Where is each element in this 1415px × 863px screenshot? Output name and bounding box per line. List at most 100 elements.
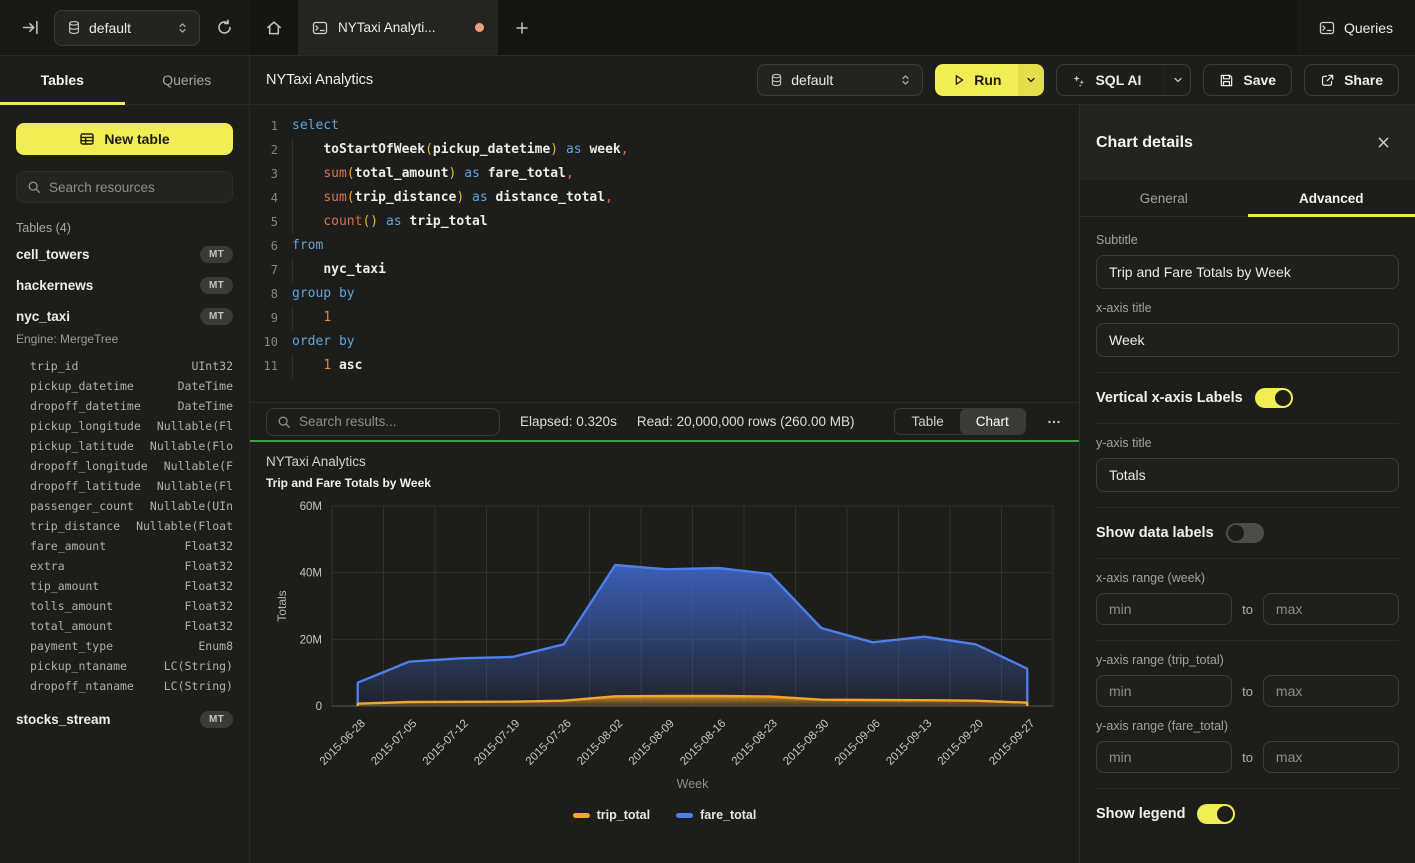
collapse-sidebar-button[interactable] — [16, 14, 44, 42]
data-labels-label: Show data labels — [1096, 525, 1214, 541]
legend-swatch — [676, 813, 693, 818]
column-row: pickup_ntanameLC(String) — [30, 656, 233, 676]
column-row: pickup_datetimeDateTime — [30, 376, 233, 396]
table-name: cell_towers — [16, 247, 90, 262]
xrange-min-input[interactable] — [1096, 593, 1232, 625]
line-number: 2 — [250, 138, 278, 162]
sidebar-tabs: Tables Queries — [0, 56, 249, 105]
close-panel-button[interactable] — [1376, 135, 1391, 150]
xrange-field-label: x-axis range (week) — [1096, 571, 1399, 585]
svg-text:2015-07-05: 2015-07-05 — [369, 718, 419, 768]
new-table-button-label: New table — [104, 131, 169, 147]
column-row: dropoff_longitudeNullable(F — [30, 456, 233, 476]
sidebar-search-input[interactable] — [49, 180, 222, 195]
code-text: select — [292, 114, 339, 138]
table-item-cell_towers[interactable]: cell_towers MT — [16, 239, 233, 270]
svg-text:2015-07-19: 2015-07-19 — [472, 718, 522, 768]
line-number: 6 — [250, 234, 278, 258]
line-number: 11 — [250, 354, 278, 378]
vertical-labels-toggle[interactable] — [1255, 388, 1293, 408]
sidebar-tab-queries-label: Queries — [162, 72, 211, 88]
svg-text:2015-08-09: 2015-08-09 — [627, 718, 677, 768]
new-tab-button[interactable] — [498, 0, 546, 55]
divider — [1096, 788, 1399, 789]
engine-badge: MT — [200, 246, 233, 263]
yrange-trip-max-input[interactable] — [1263, 675, 1399, 707]
divider — [1096, 423, 1399, 424]
query-tab[interactable]: NYTaxi Analyti... — [298, 0, 498, 55]
column-row: extraFloat32 — [30, 556, 233, 576]
sql-editor[interactable]: 1select2 toStartOfWeek(pickup_datetime) … — [250, 105, 1079, 402]
table-item-nyc_taxi[interactable]: nyc_taxiMT — [16, 301, 233, 332]
editor-line: 3 sum(total_amount) as fare_total, — [250, 162, 1079, 186]
code-text: 1 — [292, 306, 331, 330]
main-body: 1select2 toStartOfWeek(pickup_datetime) … — [250, 105, 1415, 863]
column-row: pickup_longitudeNullable(Fl — [30, 416, 233, 436]
results-search — [266, 408, 500, 436]
xaxis-title-input[interactable] — [1096, 323, 1399, 357]
sql-ai-button[interactable]: SQL AI — [1057, 65, 1155, 95]
sql-console-app: default NYTaxi Analyti... Queri — [0, 0, 1415, 863]
database-selector[interactable]: default — [54, 10, 200, 46]
refresh-button[interactable] — [210, 14, 238, 42]
sidebar-tab-tables[interactable]: Tables — [0, 56, 125, 104]
line-number: 4 — [250, 186, 278, 210]
save-button[interactable]: Save — [1203, 64, 1292, 96]
view-toggle-table[interactable]: Table — [895, 409, 959, 434]
table-grid-icon — [79, 131, 95, 147]
subtitle-input[interactable] — [1096, 255, 1399, 289]
column-row: tip_amountFloat32 — [30, 576, 233, 596]
column-row: dropoff_datetimeDateTime — [30, 396, 233, 416]
run-options-button[interactable] — [1018, 64, 1044, 96]
sidebar-tab-queries[interactable]: Queries — [125, 56, 250, 104]
yrange-trip-min-input[interactable] — [1096, 675, 1232, 707]
table-name: stocks_stream — [16, 712, 111, 727]
data-labels-toggle[interactable] — [1226, 523, 1264, 543]
home-button[interactable] — [250, 0, 298, 55]
yrange-fare-max-input[interactable] — [1263, 741, 1399, 773]
view-toggle: Table Chart — [894, 408, 1025, 435]
new-table-button[interactable]: New table — [16, 123, 233, 155]
svg-text:Totals: Totals — [275, 590, 289, 621]
share-button-label: Share — [1344, 72, 1383, 88]
database-icon — [67, 20, 81, 35]
code-text: nyc_taxi — [292, 258, 386, 282]
toolbar-database-selector[interactable]: default — [757, 64, 923, 96]
engine-badge: MT — [200, 711, 233, 728]
code-text: group by — [292, 282, 355, 306]
table-item-hackernews[interactable]: hackernewsMT — [16, 270, 233, 301]
column-list: trip_idUInt32pickup_datetimeDateTimedrop… — [16, 354, 233, 704]
top-bar-right: Queries — [1297, 0, 1415, 55]
show-legend-row: Show legend — [1096, 804, 1399, 824]
run-button[interactable]: Run — [935, 64, 1018, 96]
queries-button[interactable]: Queries — [1319, 20, 1393, 36]
editor-line: 4 sum(trip_distance) as distance_total, — [250, 186, 1079, 210]
top-bar: default NYTaxi Analyti... Queri — [0, 0, 1415, 56]
more-options-button[interactable] — [1046, 409, 1063, 435]
yrange-fare-min-input[interactable] — [1096, 741, 1232, 773]
home-icon — [265, 19, 283, 37]
svg-text:2015-07-26: 2015-07-26 — [524, 718, 574, 768]
tab-general[interactable]: General — [1080, 180, 1248, 216]
code-text: count() as trip_total — [292, 210, 488, 234]
ellipsis-icon — [1046, 414, 1062, 430]
vertical-labels-row: Vertical x-axis Labels — [1096, 388, 1399, 408]
legend-item-fare_total[interactable]: fare_total — [676, 808, 756, 822]
xrange-max-input[interactable] — [1263, 593, 1399, 625]
toggle-knob — [1275, 390, 1291, 406]
share-button[interactable]: Share — [1304, 64, 1399, 96]
legend-item-trip_total[interactable]: trip_total — [573, 808, 650, 822]
results-search-input[interactable] — [299, 414, 489, 429]
yaxis-title-input[interactable] — [1096, 458, 1399, 492]
save-button-label: Save — [1243, 72, 1276, 88]
view-toggle-chart[interactable]: Chart — [960, 409, 1025, 434]
show-legend-toggle[interactable] — [1197, 804, 1235, 824]
sql-ai-options-button[interactable] — [1164, 65, 1190, 95]
line-number: 9 — [250, 306, 278, 330]
tab-advanced[interactable]: Advanced — [1248, 180, 1415, 216]
query-tab-title: NYTaxi Analyti... — [338, 20, 465, 35]
play-icon — [952, 73, 966, 87]
table-item-stocks_stream[interactable]: stocks_stream MT — [16, 704, 233, 735]
svg-text:2015-08-30: 2015-08-30 — [781, 718, 831, 768]
code-text: from — [292, 234, 323, 258]
